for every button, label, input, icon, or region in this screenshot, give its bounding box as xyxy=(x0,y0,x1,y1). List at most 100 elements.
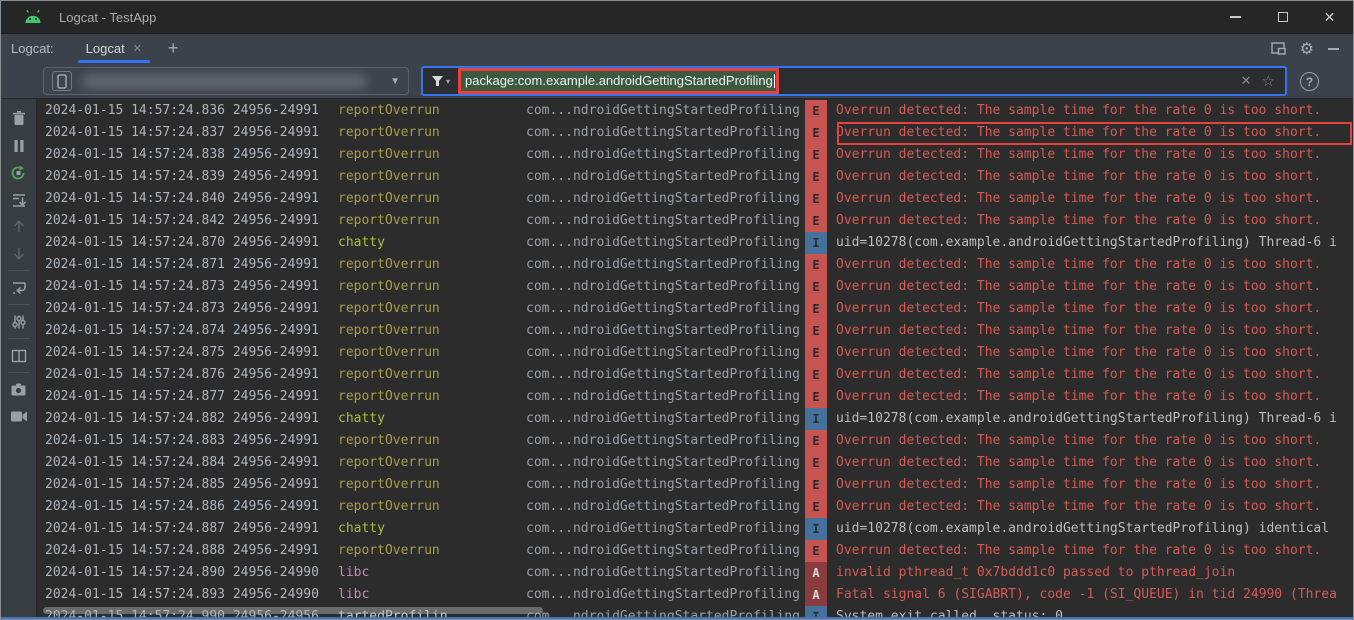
tab-logcat[interactable]: Logcat ✕ xyxy=(76,34,152,63)
device-selector[interactable]: ▼ xyxy=(43,67,409,95)
log-timestamp: 2024-01-15 14:57:24.871 24956-24991 xyxy=(37,254,338,276)
log-row[interactable]: 2024-01-15 14:57:24.877 24956-24991repor… xyxy=(37,386,1353,408)
log-row[interactable]: 2024-01-15 14:57:24.890 24956-24990libcc… xyxy=(37,562,1353,584)
log-row[interactable]: 2024-01-15 14:57:24.840 24956-24991repor… xyxy=(37,188,1353,210)
layout-icon[interactable] xyxy=(1271,42,1286,55)
log-row[interactable]: 2024-01-15 14:57:24.838 24956-24991repor… xyxy=(37,144,1353,166)
previous-occurrence-button[interactable] xyxy=(5,213,33,240)
log-row[interactable]: 2024-01-15 14:57:24.870 24956-24991chatt… xyxy=(37,232,1353,254)
log-package: com...ndroidGettingStartedProfiling xyxy=(526,320,805,342)
log-row[interactable]: 2024-01-15 14:57:24.886 24956-24991repor… xyxy=(37,496,1353,518)
log-timestamp: 2024-01-15 14:57:24.875 24956-24991 xyxy=(37,342,338,364)
log-tag: chatty xyxy=(338,518,526,540)
log-level-badge: E xyxy=(805,166,827,188)
log-level-badge: E xyxy=(805,342,827,364)
logcat-toolbar: ▼ ▾ package:com.example.androidGettingSt… xyxy=(1,63,1353,99)
screenshot-button[interactable] xyxy=(5,376,33,403)
soft-wrap-button[interactable] xyxy=(5,274,33,301)
chevron-down-icon[interactable]: ▼ xyxy=(390,76,400,87)
horizontal-scrollbar[interactable] xyxy=(43,607,543,614)
log-timestamp: 2024-01-15 14:57:24.890 24956-24990 xyxy=(37,562,338,584)
filter-input[interactable]: ▾ package:com.example.androidGettingStar… xyxy=(421,66,1287,96)
hide-panel-icon[interactable] xyxy=(1328,48,1339,50)
log-tag: reportOverrun xyxy=(338,210,526,232)
filter-funnel-icon[interactable]: ▾ xyxy=(431,75,450,87)
log-tag: chatty xyxy=(338,232,526,254)
log-package: com...ndroidGettingStartedProfiling xyxy=(526,232,805,254)
trash-icon xyxy=(11,110,27,127)
log-row[interactable]: 2024-01-15 14:57:24.887 24956-24991chatt… xyxy=(37,518,1353,540)
clear-logcat-button[interactable] xyxy=(5,105,33,132)
log-message: Overrun detected: The sample time for th… xyxy=(827,474,1353,496)
log-level-badge: I xyxy=(805,518,827,540)
log-row[interactable]: 2024-01-15 14:57:24.871 24956-24991repor… xyxy=(37,254,1353,276)
configure-logcat-button[interactable] xyxy=(5,308,33,335)
log-row[interactable]: 2024-01-15 14:57:24.893 24956-24990libcc… xyxy=(37,584,1353,606)
log-row[interactable]: 2024-01-15 14:57:24.883 24956-24991repor… xyxy=(37,430,1353,452)
tab-close-icon[interactable]: ✕ xyxy=(133,42,142,55)
log-row[interactable]: 2024-01-15 14:57:24.874 24956-24991repor… xyxy=(37,320,1353,342)
log-tag: reportOverrun xyxy=(338,320,526,342)
log-tag: reportOverrun xyxy=(338,100,526,122)
toolbar-separator xyxy=(8,304,30,305)
close-button[interactable]: ✕ xyxy=(1306,1,1353,33)
log-timestamp: 2024-01-15 14:57:24.842 24956-24991 xyxy=(37,210,338,232)
log-row[interactable]: 2024-01-15 14:57:24.885 24956-24991repor… xyxy=(37,474,1353,496)
log-level-badge: E xyxy=(805,276,827,298)
log-row[interactable]: 2024-01-15 14:57:24.836 24956-24991repor… xyxy=(37,100,1353,122)
log-timestamp: 2024-01-15 14:57:24.836 24956-24991 xyxy=(37,100,338,122)
split-panels-button[interactable] xyxy=(5,342,33,369)
title-bar: Logcat - TestApp ✕ xyxy=(1,1,1353,34)
log-timestamp: 2024-01-15 14:57:24.840 24956-24991 xyxy=(37,188,338,210)
log-timestamp: 2024-01-15 14:57:24.874 24956-24991 xyxy=(37,320,338,342)
log-row[interactable]: 2024-01-15 14:57:24.875 24956-24991repor… xyxy=(37,342,1353,364)
log-package: com...ndroidGettingStartedProfiling xyxy=(526,210,805,232)
log-message: Fatal signal 6 (SIGABRT), code -1 (SI_QU… xyxy=(827,584,1353,606)
add-tab-button[interactable]: + xyxy=(168,38,179,59)
log-level-badge: A xyxy=(805,562,827,584)
log-row[interactable]: 2024-01-15 14:57:24.876 24956-24991repor… xyxy=(37,364,1353,386)
log-timestamp: 2024-01-15 14:57:24.888 24956-24991 xyxy=(37,540,338,562)
log-timestamp: 2024-01-15 14:57:24.873 24956-24991 xyxy=(37,276,338,298)
log-tag: reportOverrun xyxy=(338,276,526,298)
log-tag: reportOverrun xyxy=(338,386,526,408)
scroll-to-end-button[interactable] xyxy=(5,186,33,213)
log-list: 2024-01-15 14:57:24.836 24956-24991repor… xyxy=(37,100,1353,617)
log-tag: reportOverrun xyxy=(338,496,526,518)
log-row[interactable]: 2024-01-15 14:57:24.873 24956-24991repor… xyxy=(37,298,1353,320)
gear-icon[interactable]: ⚙ xyxy=(1300,39,1314,59)
maximize-button[interactable] xyxy=(1259,1,1306,33)
log-level-badge: E xyxy=(805,474,827,496)
log-row[interactable]: 2024-01-15 14:57:24.837 24956-24991repor… xyxy=(37,122,1353,144)
log-tag: reportOverrun xyxy=(338,298,526,320)
restart-logcat-button[interactable] xyxy=(5,159,33,186)
text-cursor xyxy=(774,74,776,88)
log-level-badge: E xyxy=(805,122,827,144)
log-row[interactable]: 2024-01-15 14:57:24.888 24956-24991repor… xyxy=(37,540,1353,562)
favorite-star-icon[interactable]: ☆ xyxy=(1262,72,1275,90)
pause-logcat-button[interactable] xyxy=(5,132,33,159)
clear-filter-icon[interactable]: ✕ xyxy=(1241,73,1252,89)
next-occurrence-button[interactable] xyxy=(5,240,33,267)
log-message: Overrun detected: The sample time for th… xyxy=(827,254,1353,276)
log-message: Overrun detected: The sample time for th… xyxy=(827,342,1353,364)
split-panels-icon xyxy=(11,349,27,363)
filter-query-text[interactable]: package:com.example.androidGettingStarte… xyxy=(458,68,779,94)
redacted-device-name xyxy=(82,75,367,88)
log-row[interactable]: 2024-01-15 14:57:24.873 24956-24991repor… xyxy=(37,276,1353,298)
log-row[interactable]: 2024-01-15 14:57:24.842 24956-24991repor… xyxy=(37,210,1353,232)
log-row[interactable]: 2024-01-15 14:57:24.884 24956-24991repor… xyxy=(37,452,1353,474)
log-package: com...ndroidGettingStartedProfiling xyxy=(526,540,805,562)
log-row[interactable]: 2024-01-15 14:57:24.882 24956-24991chatt… xyxy=(37,408,1353,430)
minimize-button[interactable] xyxy=(1212,1,1259,33)
log-message: Overrun detected: The sample time for th… xyxy=(827,276,1353,298)
log-row[interactable]: 2024-01-15 14:57:24.839 24956-24991repor… xyxy=(37,166,1353,188)
log-tag: reportOverrun xyxy=(338,254,526,276)
log-package: com...ndroidGettingStartedProfiling xyxy=(526,496,805,518)
screen-record-button[interactable] xyxy=(5,403,33,430)
log-timestamp: 2024-01-15 14:57:24.893 24956-24990 xyxy=(37,584,338,606)
log-area[interactable]: 2024-01-15 14:57:24.836 24956-24991repor… xyxy=(37,99,1353,617)
help-button[interactable]: ? xyxy=(1300,72,1319,91)
log-package: com...ndroidGettingStartedProfiling xyxy=(526,386,805,408)
toolbar-separator xyxy=(8,338,30,339)
